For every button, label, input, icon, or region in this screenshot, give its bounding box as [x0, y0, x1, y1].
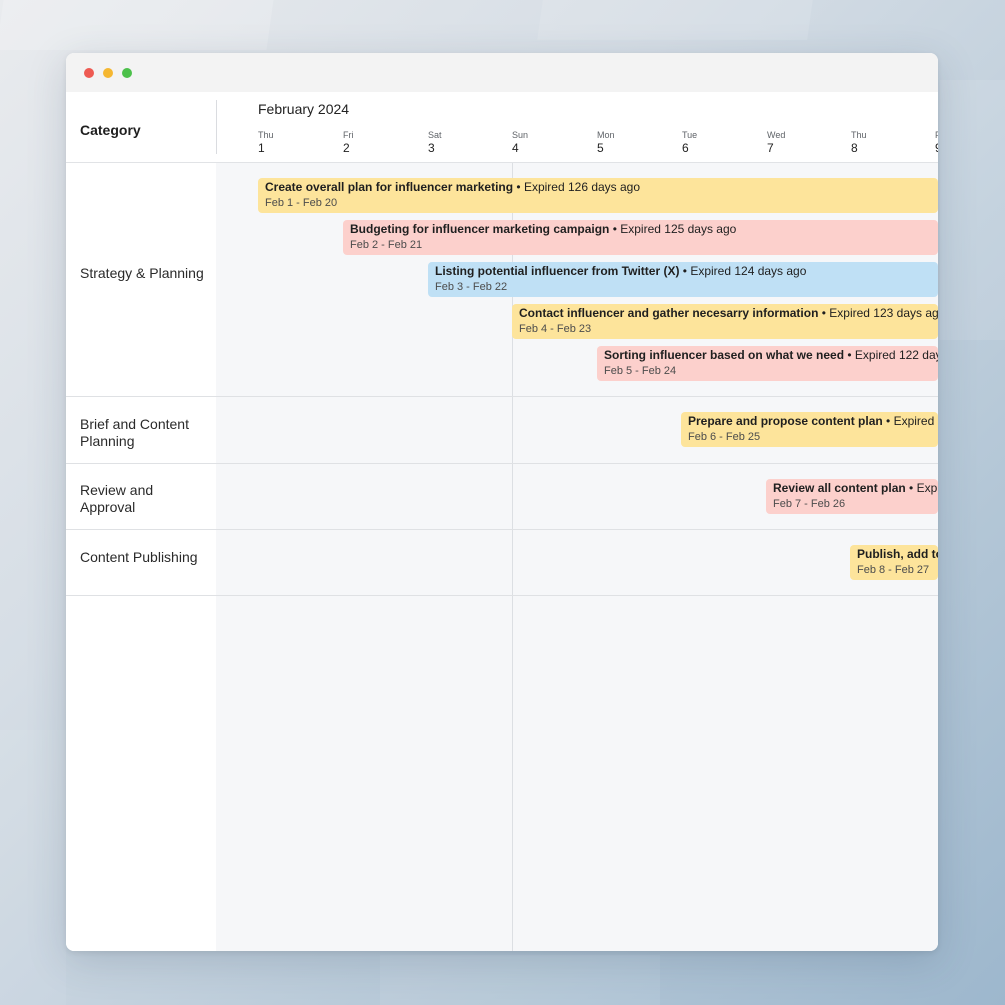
day-name: Fri [343, 130, 354, 140]
day-number: 8 [851, 141, 858, 155]
task-title: Budgeting for influencer marketing campa… [350, 222, 610, 236]
category-column-header: Category [80, 122, 141, 138]
task-status: • Expired 125 days ago [609, 222, 737, 236]
task-dates: Feb 7 - Feb 26 [773, 498, 846, 510]
task-title: Prepare and propose content plan [688, 414, 883, 428]
task-title: Sorting influencer based on what we need [604, 348, 845, 362]
day-name: Tue [682, 130, 698, 140]
timeline-body: Strategy & Planning Brief and Content Pl… [66, 163, 938, 951]
close-window-button[interactable] [84, 68, 94, 78]
month-label: February 2024 [258, 101, 350, 117]
task-dates: Feb 4 - Feb 23 [519, 323, 592, 335]
day-column-header[interactable]: Thu 8 [851, 130, 867, 155]
day-name: Sun [512, 130, 529, 140]
day-column-header[interactable]: Tue 6 [682, 130, 697, 155]
day-number: 2 [343, 141, 350, 155]
task-title: Listing potential influencer from Twitte… [435, 264, 680, 278]
task-status: • Expired 123 days ago [818, 306, 938, 320]
task-title: Review all content plan [773, 481, 906, 495]
day-column-header[interactable]: Wed 7 [767, 130, 785, 155]
task-bar[interactable]: Review all content plan • Expir Feb 7 - … [766, 479, 938, 514]
day-name: Thu [851, 130, 867, 140]
day-number: 7 [767, 141, 774, 155]
task-bar[interactable]: Publish, add to Feb 8 - Feb 27 [850, 545, 938, 580]
task-dates: Feb 8 - Feb 27 [857, 564, 930, 576]
day-name: Thu [258, 130, 274, 140]
day-column-header[interactable]: Mon 5 [597, 130, 615, 155]
day-column-header[interactable]: F 9 [935, 130, 938, 155]
day-column-header[interactable]: Fri 2 [343, 130, 354, 155]
task-status: • Expired 1 [886, 414, 938, 428]
row-divider [66, 529, 938, 530]
minimize-window-button[interactable] [103, 68, 113, 78]
day-column-header[interactable]: Sat 3 [428, 130, 442, 155]
day-number: 9 [935, 141, 938, 155]
task-dates: Feb 3 - Feb 22 [435, 281, 508, 293]
task-status: • Expired 126 days ago [513, 180, 641, 194]
row-divider [66, 595, 938, 596]
task-bar[interactable]: Sorting influencer based on what we need… [597, 346, 938, 381]
day-number: 3 [428, 141, 435, 155]
maximize-window-button[interactable] [122, 68, 132, 78]
day-number: 1 [258, 141, 265, 155]
task-bar[interactable]: Listing potential influencer from Twitte… [428, 262, 938, 297]
task-bar[interactable]: Prepare and propose content plan • Expir… [681, 412, 938, 447]
task-dates: Feb 2 - Feb 21 [350, 239, 423, 251]
row-divider [66, 396, 938, 397]
row-divider [66, 463, 938, 464]
day-number: 4 [512, 141, 519, 155]
day-number: 6 [682, 141, 689, 155]
task-bar[interactable]: Contact influencer and gather necesarry … [512, 304, 938, 339]
task-title: Create overall plan for influencer marke… [265, 180, 514, 194]
day-column-header[interactable]: Sun 4 [512, 130, 528, 155]
task-title: Contact influencer and gather necesarry … [519, 306, 819, 320]
task-dates: Feb 5 - Feb 24 [604, 365, 677, 377]
category-content-publishing[interactable]: Content Publishing [80, 549, 205, 566]
day-name: Mon [597, 130, 615, 140]
header-divider [216, 100, 217, 154]
day-name: Wed [767, 130, 786, 140]
task-title: Publish, add to [857, 547, 938, 561]
task-status: • Expir [909, 481, 938, 495]
category-brief-content-planning[interactable]: Brief and Content Planning [80, 416, 205, 450]
day-number: 5 [597, 141, 604, 155]
task-status: • Expired 124 days ago [679, 264, 807, 278]
task-bar[interactable]: Create overall plan for influencer marke… [258, 178, 938, 213]
day-name: Sat [428, 130, 442, 140]
title-bar [66, 53, 938, 93]
task-dates: Feb 1 - Feb 20 [265, 197, 338, 209]
task-dates: Feb 6 - Feb 25 [688, 431, 761, 443]
task-bar[interactable]: Budgeting for influencer marketing campa… [343, 220, 938, 255]
category-strategy-planning[interactable]: Strategy & Planning [80, 265, 205, 282]
day-column-header[interactable]: Thu 1 [258, 130, 274, 155]
category-review-approval[interactable]: Review and Approval [80, 482, 205, 516]
timeline-header: Category February 2024 Thu 1 Fri 2 Sat 3… [66, 92, 938, 163]
task-status: • Expired 122 days ago [847, 348, 938, 362]
day-name: F [935, 130, 938, 140]
gantt-window: Category February 2024 Thu 1 Fri 2 Sat 3… [66, 53, 938, 951]
